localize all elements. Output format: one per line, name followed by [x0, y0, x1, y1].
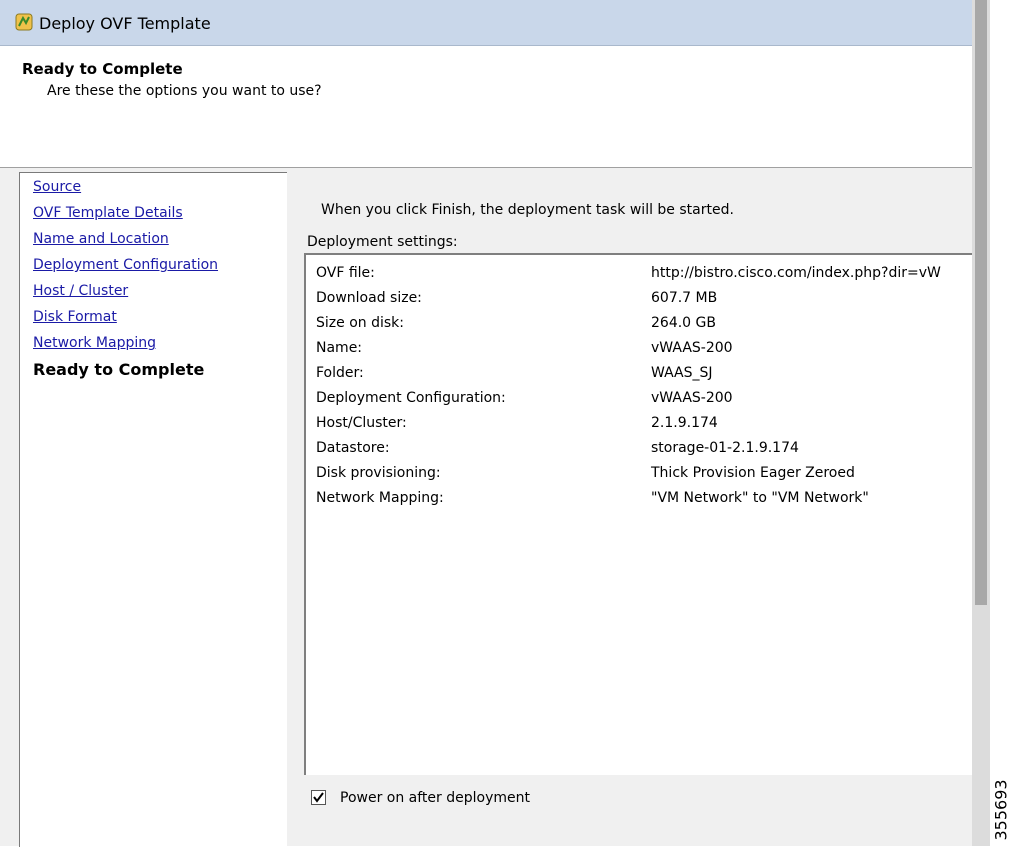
step-link-disk-format[interactable]: Disk Format [33, 309, 117, 325]
settings-row: Datastore: storage-01-2.1.9.174 [316, 440, 974, 462]
scrollbar-thumb[interactable] [975, 0, 987, 605]
page-header: Ready to Complete Are these the options … [0, 46, 972, 168]
wizard-steps: Source OVF Template Details Name and Loc… [19, 172, 287, 847]
checkmark-icon [313, 792, 324, 803]
settings-value: http://bistro.cisco.com/index.php?dir=vW [651, 265, 941, 281]
step-link-ovf-template-details[interactable]: OVF Template Details [33, 205, 183, 221]
step-link-host-cluster[interactable]: Host / Cluster [33, 283, 128, 299]
settings-value: storage-01-2.1.9.174 [651, 440, 799, 456]
power-on-checkbox[interactable] [311, 790, 326, 805]
page-subtitle: Are these the options you want to use? [47, 83, 322, 99]
settings-value: 607.7 MB [651, 290, 718, 306]
ovf-template-icon [15, 13, 33, 31]
settings-row: Folder: WAAS_SJ [316, 365, 974, 387]
settings-list[interactable]: OVF file: http://bistro.cisco.com/index.… [304, 253, 974, 775]
settings-row: Disk provisioning: Thick Provision Eager… [316, 465, 974, 487]
settings-key: Datastore: [316, 440, 390, 456]
settings-key: Folder: [316, 365, 364, 381]
step-link-name-and-location[interactable]: Name and Location [33, 231, 169, 247]
figure-id: 355693 [991, 770, 1011, 841]
settings-row: Download size: 607.7 MB [316, 290, 974, 312]
step-current-ready-to-complete: Ready to Complete [33, 360, 205, 379]
settings-key: OVF file: [316, 265, 375, 281]
settings-key: Deployment Configuration: [316, 390, 506, 406]
page-title: Ready to Complete [22, 60, 183, 78]
step-link-network-mapping[interactable]: Network Mapping [33, 335, 156, 351]
settings-row: Network Mapping: "VM Network" to "VM Net… [316, 490, 974, 512]
title-bar: Deploy OVF Template [0, 0, 972, 46]
settings-value: WAAS_SJ [651, 365, 713, 381]
settings-key: Name: [316, 340, 363, 356]
settings-value: Thick Provision Eager Zeroed [651, 465, 855, 481]
settings-key: Network Mapping: [316, 490, 444, 506]
wizard-body: Source OVF Template Details Name and Loc… [0, 168, 974, 847]
settings-row: OVF file: http://bistro.cisco.com/index.… [316, 265, 974, 287]
settings-value: "VM Network" to "VM Network" [651, 490, 869, 506]
settings-row: Host/Cluster: 2.1.9.174 [316, 415, 974, 437]
intro-text: When you click Finish, the deployment ta… [321, 202, 734, 218]
settings-label: Deployment settings: [307, 234, 458, 250]
settings-key: Download size: [316, 290, 422, 306]
settings-value: 2.1.9.174 [651, 415, 718, 431]
vertical-scrollbar[interactable] [972, 0, 990, 846]
settings-row: Size on disk: 264.0 GB [316, 315, 974, 337]
settings-row: Name: vWAAS-200 [316, 340, 974, 362]
settings-value: vWAAS-200 [651, 390, 733, 406]
settings-key: Size on disk: [316, 315, 404, 331]
step-link-source[interactable]: Source [33, 179, 81, 195]
figure-id-label: 355693 [991, 779, 1011, 841]
settings-value: 264.0 GB [651, 315, 716, 331]
settings-key: Disk provisioning: [316, 465, 441, 481]
settings-key: Host/Cluster: [316, 415, 407, 431]
power-on-label: Power on after deployment [340, 790, 530, 806]
window-title: Deploy OVF Template [39, 14, 211, 33]
settings-value: vWAAS-200 [651, 340, 733, 356]
settings-row: Deployment Configuration: vWAAS-200 [316, 390, 974, 412]
step-link-deployment-configuration[interactable]: Deployment Configuration [33, 257, 218, 273]
